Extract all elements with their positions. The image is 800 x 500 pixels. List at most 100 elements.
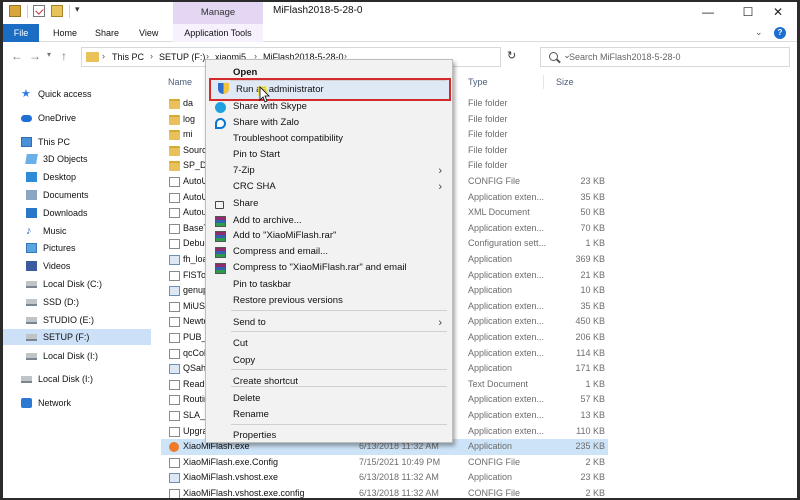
- nav-item-videos[interactable]: Videos: [26, 258, 151, 274]
- customize-toolbar-chevron-icon[interactable]: ▾: [75, 4, 80, 15]
- nav-item-quick-access[interactable]: ★ Quick access: [21, 86, 151, 102]
- minimize-button[interactable]: —: [693, 3, 723, 21]
- file-type: Application exten...: [468, 425, 545, 436]
- tab-home[interactable]: Home: [53, 24, 77, 42]
- breadcrumb-this-pc[interactable]: This PC: [112, 52, 144, 62]
- breadcrumb-chevron-icon[interactable]: ›: [150, 51, 153, 61]
- nav-item-ssd-d[interactable]: SSD (D:): [26, 294, 151, 310]
- menu-separator: [231, 386, 447, 387]
- menu-item-share-with-skype[interactable]: Share with Skype: [208, 99, 450, 115]
- column-header-size[interactable]: Size: [556, 77, 574, 87]
- up-arrow-icon[interactable]: ↑: [61, 49, 67, 63]
- menu-item-label: Pin to Start: [233, 149, 280, 160]
- breadcrumb-chevron-icon[interactable]: ›: [102, 51, 105, 61]
- submenu-chevron-icon: ›: [438, 317, 442, 329]
- file-type: Application exten...: [468, 300, 545, 311]
- checkmark-quick-icon[interactable]: [33, 5, 45, 17]
- expand-ribbon-chevron-icon[interactable]: ⌄: [755, 27, 763, 38]
- downloads-icon: [26, 208, 37, 218]
- tab-application-tools[interactable]: Application Tools: [173, 24, 263, 42]
- file-type: CONFIG File: [468, 176, 521, 186]
- menu-item-send-to[interactable]: Send to ›: [208, 315, 450, 331]
- nav-item-pictures[interactable]: Pictures: [26, 240, 151, 256]
- search-input[interactable]: Search MiFlash2018-5-28-0: [540, 47, 790, 67]
- nav-item-music[interactable]: ♪ Music: [26, 223, 151, 239]
- menu-item-compress-and-email[interactable]: Compress and email...: [208, 244, 450, 260]
- file-row[interactable]: XiaoMiFlash.exe.Config 7/15/2021 10:49 PM…: [161, 455, 608, 471]
- tab-share[interactable]: Share: [95, 24, 119, 42]
- nav-item-studio-e[interactable]: STUDIO (E:): [26, 312, 151, 328]
- close-button[interactable]: ✕: [763, 3, 793, 21]
- nav-item-network[interactable]: Network: [21, 395, 151, 411]
- maximize-button[interactable]: ☐: [733, 3, 763, 21]
- properties-quick-icon[interactable]: [9, 5, 21, 17]
- menu-item-create-shortcut[interactable]: Create shortcut: [208, 374, 450, 390]
- folder-icon: [86, 52, 99, 62]
- menu-item-label: Restore previous versions: [233, 295, 343, 306]
- menu-item-pin-to-taskbar[interactable]: Pin to taskbar: [208, 277, 450, 293]
- nav-item-this-pc[interactable]: This PC: [21, 134, 151, 150]
- menu-item-label: Pin to taskbar: [233, 279, 292, 290]
- nav-item-downloads[interactable]: Downloads: [26, 205, 151, 221]
- back-arrow-icon[interactable]: ←: [11, 49, 23, 63]
- column-divider[interactable]: [543, 75, 544, 89]
- file-size: 450 KB: [575, 316, 605, 327]
- menu-item-7-zip[interactable]: 7-Zip ›: [208, 163, 450, 179]
- nav-item-onedrive[interactable]: OneDrive: [21, 110, 151, 126]
- menu-item-copy[interactable]: Copy: [208, 353, 450, 369]
- column-header-type[interactable]: Type: [468, 77, 488, 87]
- menu-item-add-to-xiaomiflash-rar[interactable]: Add to "XiaoMiFlash.rar": [208, 228, 450, 244]
- file-size: 1 KB: [585, 378, 605, 389]
- menu-item-share-with-zalo[interactable]: Share with Zalo: [208, 115, 450, 131]
- tab-view[interactable]: View: [139, 24, 158, 42]
- menu-item-label: Add to archive...: [233, 215, 302, 226]
- menu-item-label: 7-Zip: [233, 165, 255, 176]
- menu-item-share[interactable]: Share: [208, 196, 450, 212]
- file-row[interactable]: XiaoMiFlash.vshost.exe 6/13/2018 11:32 AM…: [161, 470, 608, 486]
- menu-item-properties[interactable]: Properties: [208, 428, 450, 444]
- menu-item-delete[interactable]: Delete: [208, 391, 450, 407]
- menu-item-run-as-administrator[interactable]: Run as administrator: [209, 78, 451, 101]
- menu-item-add-to-archive[interactable]: Add to archive...: [208, 213, 450, 229]
- file-icon: [169, 208, 180, 219]
- file-name: XiaoMiFlash.exe.Config: [183, 456, 279, 467]
- menu-separator: [231, 310, 447, 311]
- tab-file[interactable]: File: [3, 24, 39, 42]
- menu-item-crc-sha[interactable]: CRC SHA ›: [208, 179, 450, 195]
- menu-item-compress-to-xiaomiflash-rar-and-email[interactable]: Compress to "XiaoMiFlash.rar" and email: [208, 260, 450, 276]
- network-icon: [21, 398, 32, 408]
- menu-item-cut[interactable]: Cut: [208, 336, 450, 352]
- shield-icon: [218, 83, 229, 94]
- menu-item-pin-to-start[interactable]: Pin to Start: [208, 147, 450, 163]
- nav-item-setup-f[interactable]: SETUP (F:): [3, 329, 151, 345]
- menu-item-rename[interactable]: Rename: [208, 407, 450, 423]
- nav-item-local-disk-i[interactable]: Local Disk (I:): [26, 348, 151, 364]
- quick-access-separator: [69, 5, 70, 18]
- recent-locations-chevron-icon[interactable]: ▾: [47, 50, 51, 59]
- submenu-chevron-icon: ›: [438, 181, 442, 193]
- nav-item-local-disk-i-2[interactable]: Local Disk (I:): [21, 371, 151, 387]
- file-size: 50 KB: [580, 207, 605, 218]
- file-size: 35 KB: [580, 300, 605, 311]
- manage-context-tab[interactable]: Manage: [173, 2, 263, 24]
- pictures-icon: [26, 243, 37, 253]
- file-row[interactable]: XiaoMiFlash.vshost.exe.config 6/13/2018 1…: [161, 486, 608, 498]
- nav-item-label: Local Disk (C:): [43, 279, 103, 289]
- refresh-icon[interactable]: ↻: [507, 49, 516, 62]
- nav-item-documents[interactable]: Documents: [26, 187, 151, 203]
- share-icon: [215, 201, 224, 209]
- column-header-name[interactable]: Name: [168, 77, 192, 87]
- nav-item-desktop[interactable]: Desktop: [26, 169, 151, 185]
- folder-icon: [169, 161, 180, 172]
- forward-arrow-icon[interactable]: →: [29, 49, 41, 63]
- breadcrumb-setup-drive[interactable]: SETUP (F:): [159, 52, 205, 62]
- new-folder-quick-icon[interactable]: [51, 5, 63, 17]
- help-icon[interactable]: ?: [774, 27, 786, 39]
- menu-item-troubleshoot-compatibility[interactable]: Troubleshoot compatibility: [208, 131, 450, 147]
- nav-item-3d-objects[interactable]: 3D Objects: [25, 151, 151, 167]
- menu-item-restore-previous-versions[interactable]: Restore previous versions: [208, 293, 450, 309]
- nav-item-local-disk-c[interactable]: Local Disk (C:): [26, 276, 151, 292]
- file-type: Application: [468, 472, 513, 483]
- mouse-cursor-icon: [258, 86, 270, 103]
- file-type: Text Document: [468, 378, 529, 389]
